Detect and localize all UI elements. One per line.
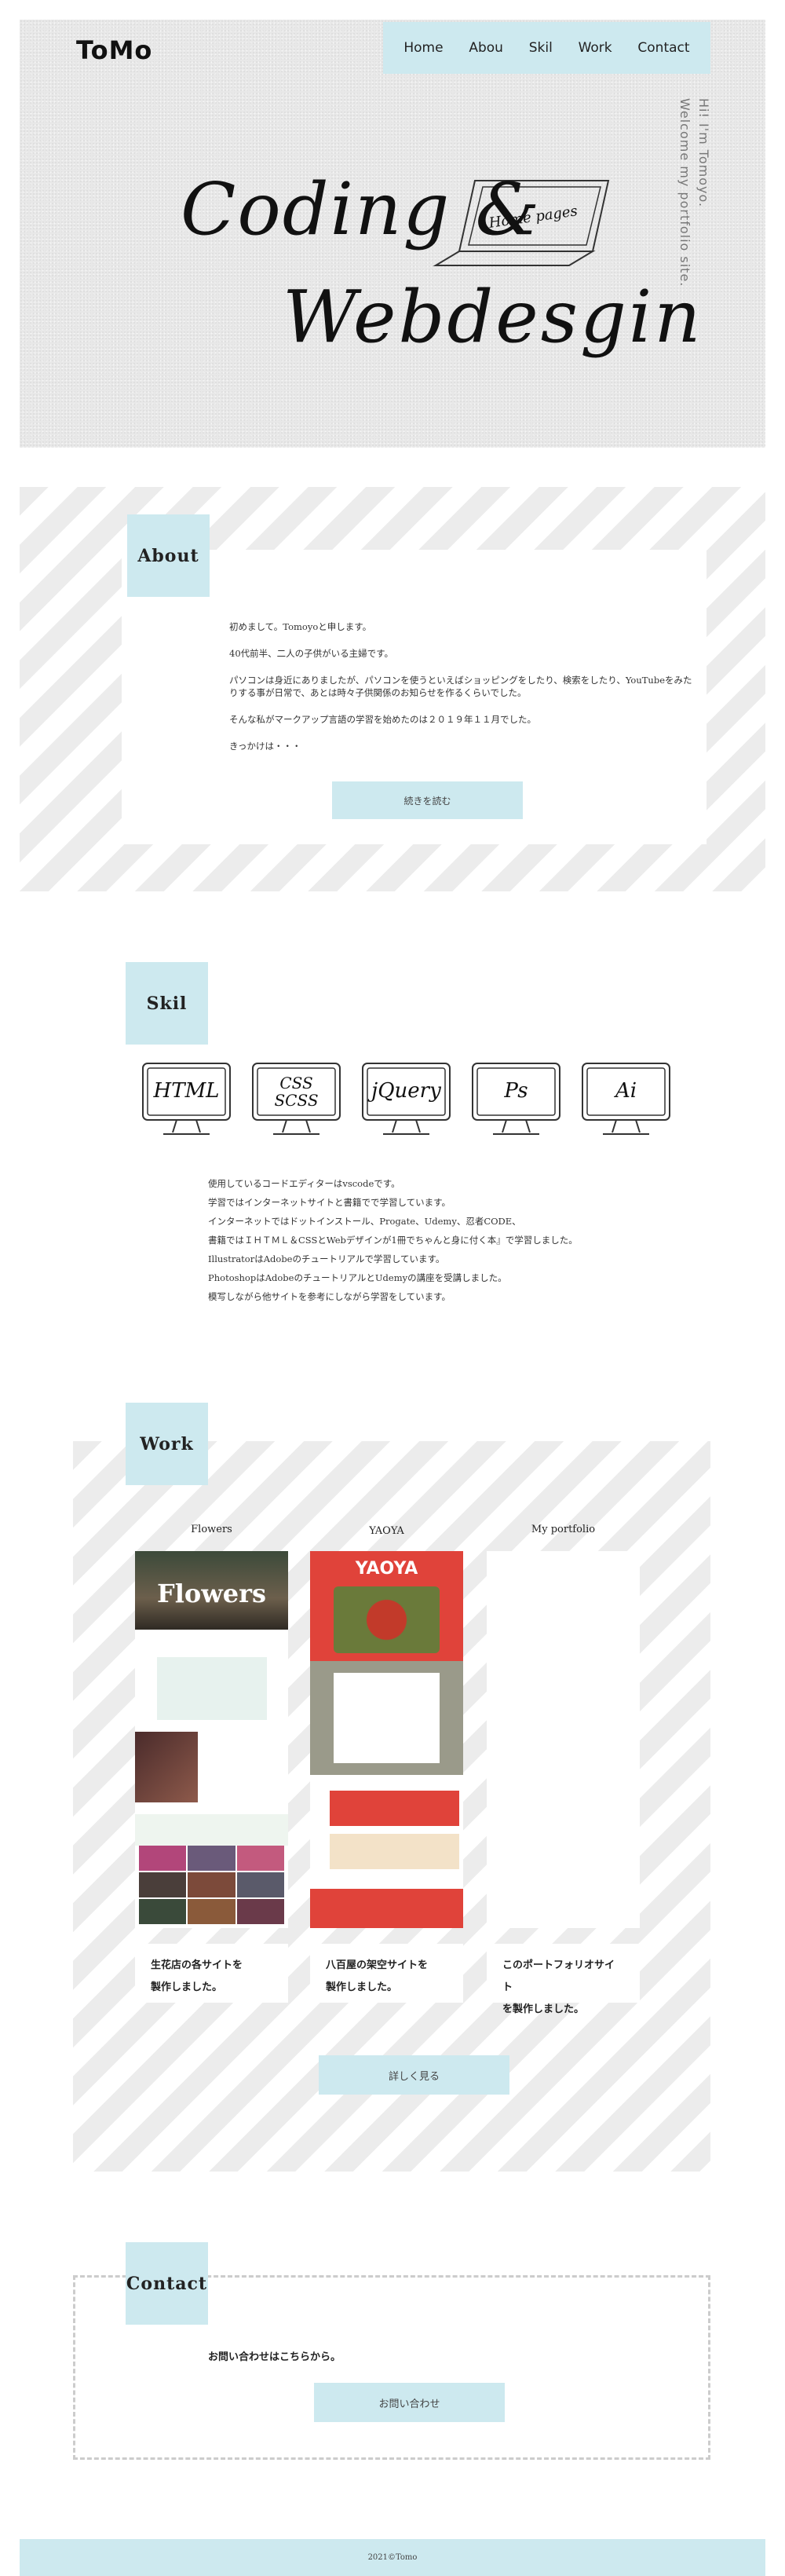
- work-thumb-flowers[interactable]: Flowers: [135, 1551, 288, 1928]
- html-monitor-icon: HTML: [141, 1062, 232, 1140]
- nav-about[interactable]: Abou: [469, 40, 503, 56]
- yaoya-section-1: [330, 1791, 459, 1826]
- skill-monitors: HTML CSS SCSS jQuery Ps Ai: [141, 1062, 670, 1148]
- hero-section: ToMo Home Abou Skil Work Contact Hi! I'm…: [20, 20, 765, 448]
- about-heading: About: [127, 514, 210, 597]
- site-logo[interactable]: ToMo: [76, 35, 152, 65]
- flowers-photo: [135, 1732, 198, 1802]
- about-text: 初めまして。Tomoyoと申します。 40代前半、二人の子供がいる主婦です。 パ…: [229, 620, 692, 767]
- about-paragraph: そんな私がマークアップ言語の学習を始めたのは２０１９年１１月でした。: [229, 714, 536, 725]
- hero-greeting: Hi! I'm Tomoyo. Welcome my portfolio sit…: [675, 98, 713, 287]
- hero-title-line-2: Webdesgin: [283, 275, 703, 359]
- monitor-label: jQuery: [367, 1079, 441, 1103]
- hero-title-line-1: Coding &: [181, 167, 542, 251]
- css-monitor-icon: CSS SCSS: [251, 1062, 341, 1140]
- work-desc-yaoya: 八百屋の架空サイトを 製作しました。: [310, 1944, 463, 2003]
- nav-skill[interactable]: Skil: [529, 40, 553, 56]
- read-more-button[interactable]: 続きを読む: [332, 781, 523, 819]
- work-desc-line: このポートフォリオサイト: [502, 1959, 615, 1993]
- skill-line: 書籍ではＩＨＴＭＬ＆CSSとWebデザインが1冊でちゃんと身に付く本』で学習しま…: [208, 1235, 578, 1246]
- footer: 2021©Tomo: [20, 2539, 765, 2576]
- work-desc-line: 製作しました。: [326, 1981, 398, 1993]
- flowers-concept-block: [157, 1657, 267, 1720]
- about-paragraph: 40代前半、二人の子供がいる主婦です。: [229, 648, 393, 659]
- yaoya-section-2: [330, 1834, 459, 1869]
- about-section: 初めまして。Tomoyoと申します。 40代前半、二人の子供がいる主婦です。 パ…: [20, 487, 765, 891]
- flowers-banner-text: Flowers: [157, 1579, 266, 1608]
- work-desc-line: を製作しました。: [502, 2003, 585, 2015]
- work-title-yaoya: YAOYA: [369, 1525, 404, 1537]
- monitor-label: Ai: [614, 1079, 637, 1103]
- skill-heading: Skil: [126, 962, 208, 1045]
- flowers-gallery-header: [135, 1814, 288, 1846]
- yaoya-intro-card: [334, 1673, 440, 1763]
- nav-contact[interactable]: Contact: [637, 40, 689, 56]
- about-paragraph: きっかけは・・・: [229, 741, 301, 752]
- work-heading: Work: [126, 1403, 208, 1485]
- see-more-button[interactable]: 詳しく見る: [319, 2055, 509, 2095]
- nav-home[interactable]: Home: [403, 40, 443, 56]
- about-paragraph: パソコンは身近にありましたが、パソコンを使うといえばショッピングをしたり、検索を…: [229, 675, 692, 698]
- monitor-label: HTML: [153, 1079, 220, 1103]
- greeting-line-2: Welcome my portfolio site.: [677, 98, 692, 287]
- yaoya-banner-text: YAOYA: [355, 1559, 418, 1579]
- flowers-gallery-grid: [139, 1846, 284, 1924]
- skill-line: 学習ではインターネットサイトと書籍でで学習しています。: [208, 1197, 451, 1208]
- illustrator-monitor-icon: Ai: [581, 1062, 671, 1140]
- work-desc-line: 八百屋の架空サイトを: [326, 1959, 429, 1971]
- contact-heading: Contact: [126, 2242, 208, 2325]
- monitor-label: SCSS: [274, 1091, 318, 1110]
- contact-button[interactable]: お問い合わせ: [314, 2383, 505, 2422]
- work-desc-portfolio: このポートフォリオサイト を製作しました。: [487, 1944, 640, 2015]
- work-thumb-portfolio[interactable]: [487, 1551, 640, 1928]
- copyright-text: 2021©Tomo: [367, 2553, 418, 2562]
- skill-line: IllustratorはAdobeのチュートリアルで学習しています。: [208, 1253, 445, 1264]
- nav-work[interactable]: Work: [579, 40, 612, 56]
- yaoya-tomato-photo: [334, 1586, 440, 1653]
- greeting-line-1: Hi! I'm Tomoyo.: [696, 98, 711, 208]
- work-desc-line: 製作しました。: [151, 1981, 223, 1993]
- skill-line: 模写しながら他サイトを参考にしながら学習をしています。: [208, 1291, 451, 1302]
- work-desc-line: 生花店の各サイトを: [151, 1959, 243, 1971]
- about-paragraph: 初めまして。Tomoyoと申します。: [229, 621, 372, 632]
- monitor-label: CSS: [279, 1074, 312, 1092]
- main-nav: Home Abou Skil Work Contact: [383, 22, 710, 74]
- work-desc-flowers: 生花店の各サイトを 製作しました。: [135, 1944, 288, 2003]
- skill-line: インターネットではドットインストール、Progate、Udemy、忍者CODE、: [208, 1216, 521, 1227]
- skill-line: PhotoshopはAdobeのチュートリアルとUdemyの講座を受講しました。: [208, 1272, 507, 1283]
- jquery-monitor-icon: jQuery: [361, 1062, 451, 1140]
- monitor-label: Ps: [503, 1079, 528, 1103]
- photoshop-monitor-icon: Ps: [471, 1062, 561, 1140]
- yaoya-footer: [310, 1889, 463, 1928]
- work-title-portfolio: My portfolio: [531, 1524, 596, 1535]
- work-thumb-yaoya[interactable]: YAOYA: [310, 1551, 463, 1928]
- contact-text: お問い合わせはこちらから。: [208, 2351, 341, 2363]
- skill-text: 使用しているコードエディターはvscodeです。 学習ではインターネットサイトと…: [208, 1174, 648, 1306]
- work-title-flowers: Flowers: [191, 1524, 232, 1535]
- skill-line: 使用しているコードエディターはvscodeです。: [208, 1178, 400, 1189]
